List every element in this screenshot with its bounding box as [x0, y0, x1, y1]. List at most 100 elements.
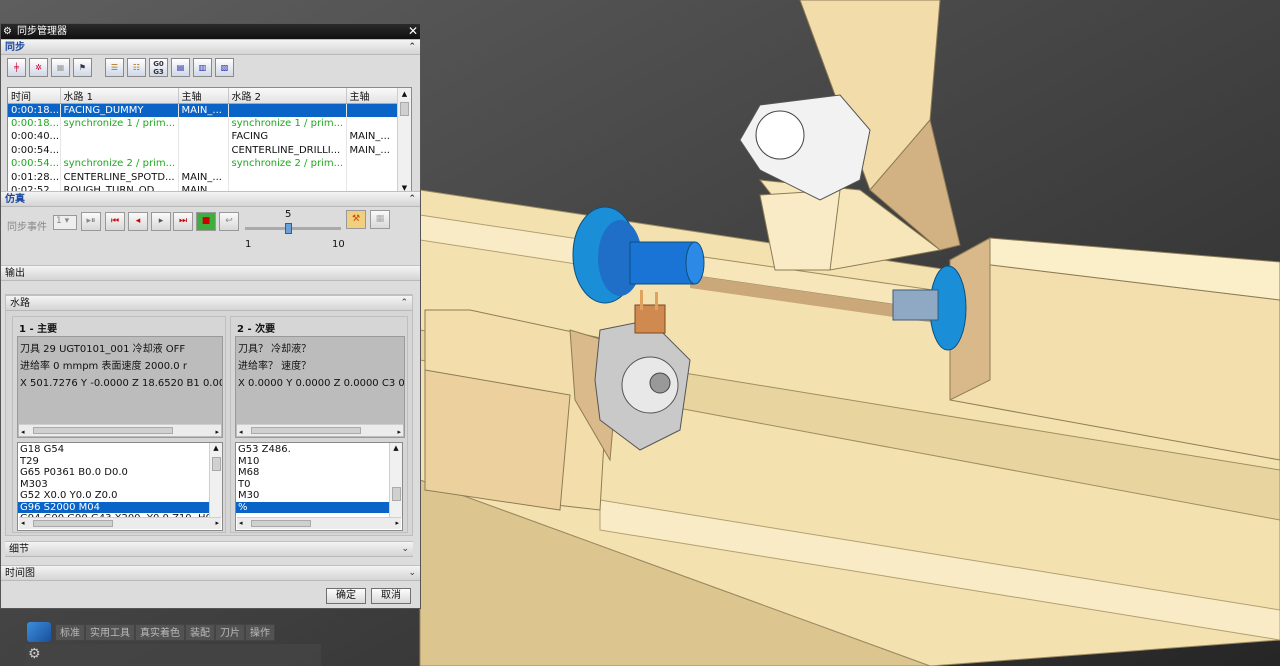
table-row[interactable]: 0:00:40... FACING MAIN_...: [8, 130, 399, 144]
table-cell-sp1: MAIN_...: [178, 103, 229, 117]
code-line[interactable]: T29: [18, 456, 209, 468]
sync-settings-icon[interactable]: ✲: [29, 58, 48, 77]
code-line[interactable]: M68: [236, 467, 389, 479]
forward-end-button[interactable]: ⏭: [173, 212, 193, 231]
table-row[interactable]: 0:00:18... synchronize 1 / prim... synchro…: [8, 116, 399, 131]
disabled-view-button[interactable]: ▦: [370, 210, 390, 229]
table-row[interactable]: 0:00:54... synchronize 2 / prim... synchro…: [8, 157, 399, 171]
sync-manager-dialog: ⚙ 同步管理器 ✕ 同步 ⌃ ╪ ✲ ▦ ⚑ ☰ ☷ G0 G3 ▤ ▥ ▧ 时间…: [0, 23, 421, 609]
toolbar-tab[interactable]: 操作: [245, 624, 275, 641]
secondary-code-hscroll[interactable]: ◂ ▸: [237, 517, 401, 529]
toolbar-tab[interactable]: 刀片: [215, 624, 245, 641]
column-header-time[interactable]: 时间: [8, 88, 61, 104]
close-icon[interactable]: ✕: [408, 24, 418, 39]
slider-knob[interactable]: [285, 223, 292, 234]
table-cell-time: 0:00:54...: [8, 143, 61, 158]
table-scrollbar[interactable]: ▲ ▼: [397, 88, 411, 194]
column-header-spindle-1[interactable]: 主轴: [178, 88, 229, 104]
toolbar-tab[interactable]: 标准: [55, 624, 85, 641]
primary-hscroll[interactable]: ◂ ▸: [19, 424, 221, 436]
chevron-down-icon[interactable]: ⌄: [408, 566, 416, 581]
chevron-down-icon[interactable]: ⌄: [401, 542, 409, 557]
secondary-title: 2 - 次要: [237, 324, 276, 335]
secondary-hscroll[interactable]: ◂ ▸: [237, 424, 403, 436]
secondary-feed-line: 进给率？ 速度？: [238, 361, 312, 372]
toolbar-tab[interactable]: 真实着色: [135, 624, 185, 641]
table-cell-sp2: [346, 170, 399, 184]
gear-icon[interactable]: ⚙: [28, 646, 41, 662]
table-row[interactable]: 0:01:28... CENTERLINE_SPOTD... MAIN_...: [8, 170, 399, 184]
disabled-tool-icon[interactable]: ▦: [51, 58, 70, 77]
table-cell-time: 0:00:18...: [8, 116, 61, 131]
sync-table[interactable]: 时间 水路 1 主轴 水路 2 主轴 0:00:18... FACING_DUMM…: [7, 87, 412, 195]
section-timeline-header[interactable]: 时间图 ⌄: [1, 565, 420, 581]
code-line[interactable]: M10: [236, 456, 389, 468]
code-line[interactable]: G96 S2000 M04: [18, 501, 209, 513]
grid-icon[interactable]: ▥: [193, 58, 212, 77]
primary-code-hscroll[interactable]: ◂ ▸: [19, 517, 221, 529]
ok-button[interactable]: 确定: [326, 588, 366, 604]
table-cell-ch1: [60, 143, 179, 158]
add-sync-icon[interactable]: ╪: [7, 58, 26, 77]
column-header-spindle-2[interactable]: 主轴: [346, 88, 399, 104]
primary-code-scrollbar[interactable]: ▲: [209, 443, 222, 518]
g-code-icon[interactable]: G0 G3: [149, 58, 168, 77]
column-header-channel-1[interactable]: 水路 1: [60, 88, 179, 104]
section-details-header[interactable]: 细节 ⌄: [5, 541, 413, 557]
secondary-status-box: 刀具？ 冷却液？ 进给率？ 速度？ X 0.0000 Y 0.0000 Z 0.…: [235, 336, 405, 438]
code-line[interactable]: G53 Z486.: [236, 444, 389, 456]
chevron-up-icon[interactable]: ⌃: [400, 296, 408, 311]
code-line[interactable]: %: [236, 501, 389, 513]
table-cell-sp1: [178, 116, 229, 131]
step-forward-button[interactable]: ▸: [151, 212, 171, 231]
table-cell-sp1: MAIN_...: [178, 170, 229, 184]
table-row[interactable]: 0:00:18... FACING_DUMMY MAIN_...: [8, 103, 399, 117]
stop-button[interactable]: ■: [196, 212, 216, 231]
chevron-up-icon[interactable]: ⌃: [408, 40, 416, 55]
report-icon[interactable]: ▧: [215, 58, 234, 77]
app-logo-icon[interactable]: [27, 622, 51, 642]
undo-button[interactable]: ↩: [219, 212, 239, 231]
code-line[interactable]: G52 X0.0 Y0.0 Z0.0: [18, 490, 209, 502]
section-simulation-header[interactable]: 仿真 ⌃: [1, 191, 420, 207]
chevron-up-icon[interactable]: ⌃: [408, 192, 416, 207]
toolbar-tab[interactable]: 装配: [185, 624, 215, 641]
tool-path-icon[interactable]: ⚑: [73, 58, 92, 77]
list-ops-icon[interactable]: ☷: [127, 58, 146, 77]
scroll-thumb[interactable]: [400, 102, 409, 116]
code-line[interactable]: M303: [18, 479, 209, 491]
dialog-titlebar[interactable]: ⚙ 同步管理器 ✕: [1, 24, 420, 39]
cancel-button[interactable]: 取消: [371, 588, 411, 604]
code-line[interactable]: M30: [236, 490, 389, 502]
code-line[interactable]: G18 G54: [18, 444, 209, 456]
gear-icon[interactable]: ⚙: [3, 24, 12, 39]
list-icon[interactable]: ☰: [105, 58, 124, 77]
rewind-start-button[interactable]: ⏮: [105, 212, 125, 231]
secondary-channel-panel: 2 - 次要 刀具？ 冷却液？ 进给率？ 速度？ X 0.0000 Y 0.00…: [230, 316, 408, 533]
toolbar-tabs: 标准 实用工具 真实着色 装配 刀片 操作: [55, 624, 275, 642]
code-line[interactable]: G65 P0361 B0.0 D0.0: [18, 467, 209, 479]
table-cell-time: 0:01:28...: [8, 170, 61, 184]
column-header-channel-2[interactable]: 水路 2: [228, 88, 347, 104]
table-cell-ch1: [60, 130, 179, 144]
toolbar-tab[interactable]: 实用工具: [85, 624, 135, 641]
table-row[interactable]: 0:00:54... CENTERLINE_DRILLI... MAIN_...: [8, 143, 399, 158]
channel-header[interactable]: 水路 ⌃: [6, 295, 412, 311]
secondary-code-scrollbar[interactable]: ▲: [389, 443, 402, 518]
machine-sim-button[interactable]: ⚒: [346, 210, 366, 229]
scroll-up-icon[interactable]: ▲: [398, 88, 411, 100]
speed-slider[interactable]: [245, 223, 341, 234]
sync-event-select[interactable]: 1 ▾: [53, 215, 77, 230]
table-icon[interactable]: ▤: [171, 58, 190, 77]
table-cell-ch1: CENTERLINE_SPOTD...: [60, 170, 179, 184]
sync-toolbar: ╪ ✲ ▦ ⚑ ☰ ☷ G0 G3 ▤ ▥ ▧: [1, 55, 420, 79]
section-output-header[interactable]: 输出: [1, 265, 420, 281]
step-event-button[interactable]: ▸⏸: [81, 212, 101, 231]
primary-code-list[interactable]: G18 G54 T29 G65 P0361 B0.0 D0.0 M303 G52 X0.…: [17, 442, 223, 531]
step-back-button[interactable]: ◂: [128, 212, 148, 231]
secondary-code-list[interactable]: G53 Z486. M10 M68 T0 M30% ▲ ◂ ▸: [235, 442, 403, 531]
code-line[interactable]: T0: [236, 479, 389, 491]
section-sync-header[interactable]: 同步 ⌃: [1, 39, 420, 55]
table-cell-sp2: [346, 116, 399, 131]
table-cell-ch2: FACING: [228, 130, 347, 144]
